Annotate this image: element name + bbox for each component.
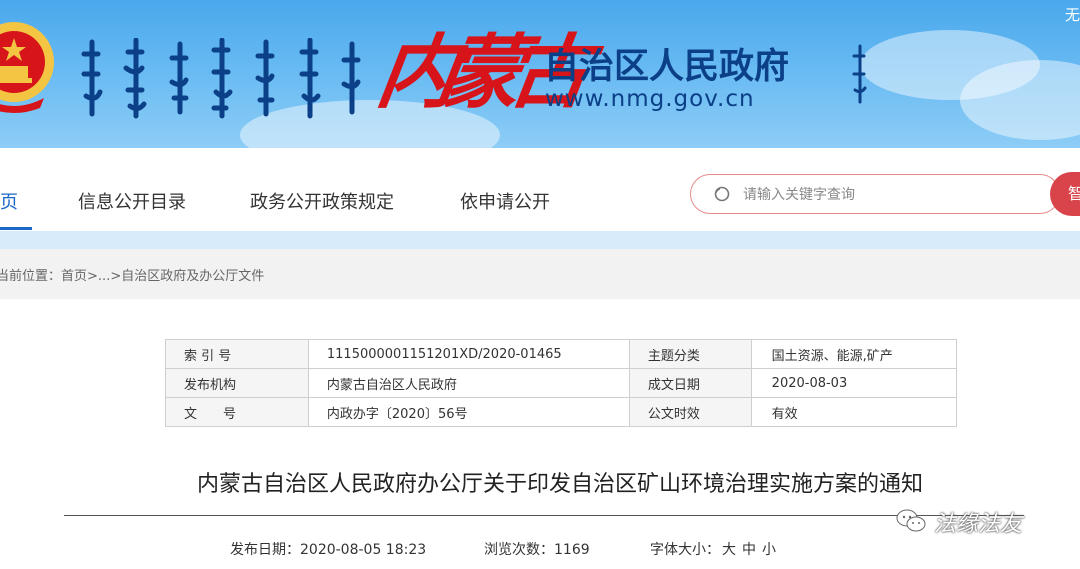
watermark-text: 法缘法友 (934, 512, 1023, 537)
font-size-control: 字体大小：大中小 (650, 539, 776, 559)
table-row: 文 号 内政办字〔2020〕56号 公文时效 有效 (165, 397, 958, 427)
document-number-label: 文 号 (165, 397, 309, 427)
wechat-icon (896, 509, 926, 532)
top-right-link[interactable]: 无 (1065, 4, 1080, 25)
table-row: 索 引 号 1115000001151201XD/2020-01465 主题分类… (165, 339, 958, 369)
nav-item-info-catalog[interactable]: 信息公开目录 (78, 188, 186, 214)
site-name: 自治区人民政府 (544, 47, 790, 87)
breadcrumb-separator: >...> (87, 269, 122, 284)
search-icon (714, 186, 730, 202)
site-header-banner: 内蒙古 自治区人民政府 www.nmg.gov.cn 无 (0, 0, 1080, 148)
breadcrumb-current-link[interactable]: 自治区政府及办公厅文件 (121, 269, 264, 284)
region-calligraphy-logo: 内蒙古 (371, 25, 583, 119)
written-date-label: 成文日期 (628, 368, 752, 398)
breadcrumb: 当前位置：首页>...>自治区政府及办公厅文件 (0, 249, 1080, 299)
font-size-small-button[interactable]: 小 (762, 542, 776, 558)
document-info-table: 索 引 号 1115000001151201XD/2020-01465 主题分类… (165, 339, 958, 427)
site-url: www.nmg.gov.cn (545, 86, 755, 112)
issuing-agency-label: 发布机构 (165, 368, 309, 398)
written-date-value: 2020-08-03 (750, 368, 958, 398)
index-number-label: 索 引 号 (165, 339, 309, 369)
article-title: 内蒙古自治区人民政府办公厅关于印发自治区矿山环境治理实施方案的通知 (196, 472, 923, 497)
nav-item-apply-disclosure[interactable]: 依申请公开 (460, 188, 550, 214)
table-row: 发布机构 内蒙古自治区人民政府 成文日期 2020-08-03 (165, 368, 958, 398)
topic-category-label: 主题分类 (628, 339, 752, 369)
publish-date: 发布日期：2020-08-05 18:23 (230, 539, 426, 559)
nav-active-indicator (0, 227, 32, 230)
validity-label: 公文时效 (628, 397, 752, 427)
font-size-large-button[interactable]: 大 (722, 542, 736, 558)
main-nav: 页 信息公开目录 政务公开政策规定 依申请公开 智 (0, 148, 1080, 231)
nav-item-home[interactable]: 页 (0, 188, 18, 214)
document-number-value: 内政办字〔2020〕56号 (307, 397, 630, 427)
mongolian-script-logo-icon (81, 38, 361, 119)
search-button[interactable]: 智 (1050, 172, 1080, 216)
publish-date-label: 发布日期： (230, 542, 300, 558)
view-count: 浏览次数：1169 (484, 539, 590, 559)
font-size-label: 字体大小： (650, 542, 720, 558)
search-box (690, 174, 1060, 214)
nav-divider-strip (0, 231, 1080, 249)
nav-item-policy-rules[interactable]: 政务公开政策规定 (250, 188, 394, 214)
view-count-label: 浏览次数： (484, 542, 554, 558)
topic-category-value: 国土资源、能源,矿产 (750, 339, 958, 369)
title-divider (64, 515, 1024, 516)
view-count-value: 1169 (554, 542, 590, 558)
breadcrumb-prefix: 当前位置： (0, 269, 62, 284)
national-emblem-icon (0, 22, 54, 113)
breadcrumb-trail: 当前位置：首页>...>自治区政府及办公厅文件 (0, 265, 264, 284)
issuing-agency-value: 内蒙古自治区人民政府 (307, 368, 630, 398)
validity-value: 有效 (750, 397, 958, 427)
search-input[interactable] (741, 183, 1045, 207)
index-number-value: 1115000001151201XD/2020-01465 (307, 339, 630, 369)
font-size-medium-button[interactable]: 中 (742, 542, 756, 558)
mongolian-script-small-icon (852, 44, 867, 104)
breadcrumb-home-link[interactable]: 首页 (61, 269, 87, 284)
publish-date-value: 2020-08-05 18:23 (300, 542, 427, 558)
